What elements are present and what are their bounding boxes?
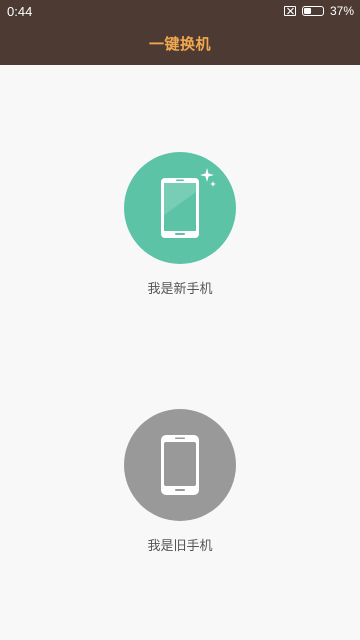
screen: 0:44 37% 一键换机 我是新手机 我是旧手机 — [0, 0, 360, 640]
new-phone-option[interactable]: 我是新手机 — [0, 152, 360, 297]
old-phone-label: 我是旧手机 — [147, 539, 213, 554]
status-bar: 0:44 37% — [0, 0, 360, 22]
status-icons: 37% — [283, 4, 354, 18]
sparkle-icon — [200, 168, 216, 187]
new-phone-circle-button[interactable] — [124, 152, 236, 264]
title-bar: 一键换机 — [0, 22, 360, 65]
battery-percent: 37% — [329, 4, 354, 18]
status-time: 0:44 — [7, 3, 33, 19]
new-phone-icon — [161, 178, 199, 238]
battery-icon — [301, 6, 324, 16]
old-phone-circle-button[interactable] — [124, 409, 236, 521]
new-phone-label: 我是新手机 — [147, 282, 213, 297]
page-title: 一键换机 — [148, 35, 211, 53]
old-phone-icon — [161, 435, 199, 495]
sim-disabled-icon — [283, 6, 296, 16]
old-phone-option[interactable]: 我是旧手机 — [0, 409, 360, 554]
battery-level — [303, 8, 311, 14]
